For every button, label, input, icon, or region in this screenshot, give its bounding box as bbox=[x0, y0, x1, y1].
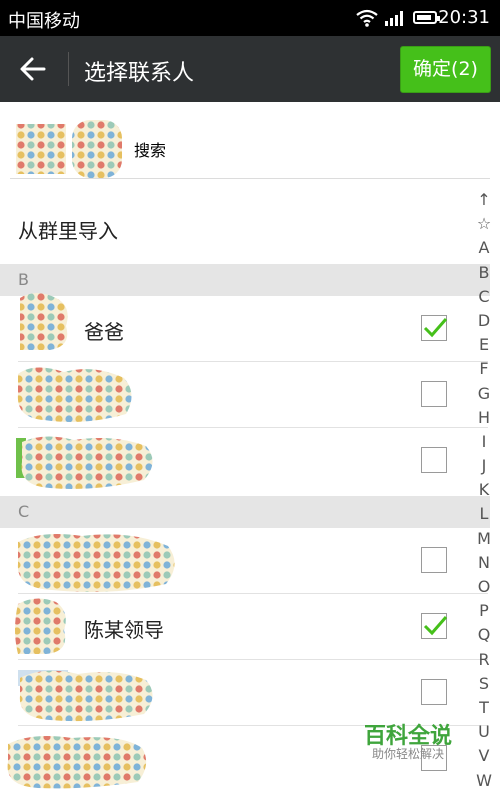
index-letter[interactable]: B bbox=[471, 261, 497, 285]
contact-avatar bbox=[20, 293, 68, 350]
contact-avatar bbox=[18, 670, 153, 722]
contact-name: 陈某领导 bbox=[84, 618, 164, 642]
confirm-button[interactable]: 确定(2) bbox=[400, 46, 491, 93]
alphabet-index[interactable]: ↑ ☆ A B C D E F G H I J K L M N O P Q R S T U V W bbox=[471, 188, 497, 793]
index-letter[interactable]: I bbox=[471, 430, 497, 454]
contact-avatar bbox=[16, 436, 153, 489]
contact-checkbox[interactable] bbox=[421, 613, 448, 639]
contact-checkbox[interactable] bbox=[421, 315, 448, 341]
index-letter[interactable]: F bbox=[471, 357, 497, 381]
index-letter[interactable]: O bbox=[471, 575, 497, 599]
battery-icon bbox=[413, 11, 440, 24]
index-letter[interactable]: Q bbox=[471, 623, 497, 647]
carrier-name: 中国移动 bbox=[8, 11, 80, 32]
clock: 20:31 bbox=[438, 7, 490, 28]
page-title: 选择联系人 bbox=[84, 61, 195, 86]
back-arrow-icon[interactable] bbox=[18, 54, 48, 84]
section-letter: B bbox=[18, 270, 29, 289]
watermark-subtitle: 助你轻松解决 bbox=[372, 747, 445, 761]
contact-avatar bbox=[15, 598, 66, 654]
index-letter[interactable]: G bbox=[471, 382, 497, 406]
search-bar[interactable] bbox=[0, 102, 500, 180]
section-header-c: C bbox=[0, 496, 490, 528]
check-icon bbox=[423, 616, 448, 636]
index-letter[interactable]: N bbox=[471, 551, 497, 575]
index-letter[interactable]: D bbox=[471, 309, 497, 333]
index-letter[interactable]: R bbox=[471, 648, 497, 672]
index-letter[interactable]: ↑ bbox=[471, 188, 497, 212]
selected-avatars bbox=[16, 120, 122, 178]
contact-checkbox[interactable] bbox=[421, 547, 447, 573]
index-letter[interactable]: J bbox=[471, 454, 497, 478]
contact-row[interactable] bbox=[0, 362, 490, 428]
wifi-icon bbox=[356, 9, 378, 27]
index-letter[interactable]: A bbox=[471, 236, 497, 260]
contact-avatar bbox=[17, 367, 132, 422]
contact-row[interactable]: 爸爸 bbox=[0, 293, 490, 362]
index-letter[interactable]: S bbox=[471, 672, 497, 696]
contact-checkbox[interactable] bbox=[421, 381, 447, 407]
contact-avatar bbox=[7, 736, 147, 789]
contact-avatar bbox=[17, 534, 175, 592]
index-letter[interactable]: K bbox=[471, 478, 497, 502]
contact-row[interactable]: 陈某领导 bbox=[0, 594, 490, 660]
index-letter[interactable]: V bbox=[471, 744, 497, 768]
contact-name: 爸爸 bbox=[84, 320, 124, 344]
header-divider bbox=[68, 52, 69, 86]
app-bar: 选择联系人 确定(2) bbox=[0, 36, 500, 102]
search-underline bbox=[10, 178, 490, 179]
index-letter[interactable]: M bbox=[471, 527, 497, 551]
index-letter[interactable]: L bbox=[471, 502, 497, 526]
signal-icon bbox=[385, 11, 403, 26]
section-letter: C bbox=[18, 502, 30, 521]
index-letter[interactable]: P bbox=[471, 599, 497, 623]
index-letter[interactable]: ☆ bbox=[471, 212, 497, 236]
contact-row[interactable] bbox=[0, 428, 490, 494]
contact-checkbox[interactable] bbox=[421, 447, 447, 473]
contact-checkbox[interactable] bbox=[421, 679, 447, 705]
check-icon bbox=[423, 318, 448, 338]
search-input[interactable]: 搜索 bbox=[134, 137, 166, 161]
status-bar: 中国移动 20:31 bbox=[0, 0, 500, 36]
contact-row[interactable] bbox=[0, 528, 490, 594]
import-from-group[interactable]: 从群里导入 bbox=[18, 215, 118, 244]
index-letter[interactable]: H bbox=[471, 406, 497, 430]
index-letter[interactable]: U bbox=[471, 720, 497, 744]
index-letter[interactable]: C bbox=[471, 285, 497, 309]
contact-row[interactable] bbox=[0, 660, 490, 726]
index-letter[interactable]: W bbox=[471, 769, 497, 793]
index-letter[interactable]: E bbox=[471, 333, 497, 357]
index-letter[interactable]: T bbox=[471, 696, 497, 720]
